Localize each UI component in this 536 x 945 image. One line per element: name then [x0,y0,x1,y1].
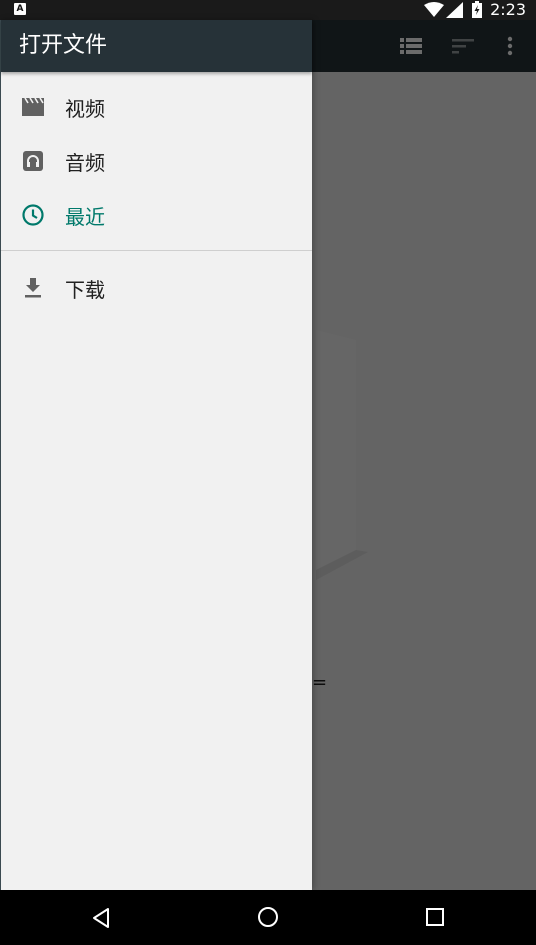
recents-icon[interactable] [425,907,445,927]
drawer-item-video[interactable]: 视频 [1,80,312,134]
navigation-drawer: 打开文件 视频 音频 最近 下载 [0,20,312,890]
clock-time: 2:23 [490,0,526,19]
drawer-item-label: 最近 [65,204,105,229]
download-icon [21,276,45,300]
wifi-icon [424,2,444,17]
system-nav-bar [0,890,536,945]
movie-icon [21,95,45,119]
drawer-item-label: 音频 [65,150,105,175]
signal-icon [446,2,463,18]
drawer-title: 打开文件 [1,20,312,72]
status-bar: A 2:23 [0,0,536,20]
home-icon[interactable] [257,906,279,928]
screen: A 2:23 打开文件 视频 音频 最近 下载 [0,0,536,945]
drawer-divider [1,250,312,251]
drawer-item-recent[interactable]: 最近 [1,188,312,242]
drawer-list: 视频 音频 最近 [1,72,312,242]
headphones-icon [21,149,45,173]
battery-charging-icon [472,1,482,18]
drawer-item-label: 下载 [65,277,105,302]
drawer-item-downloads[interactable]: 下载 [1,261,312,315]
drawer-item-label: 视频 [65,96,105,121]
notification-icon: A [14,3,26,15]
clock-icon [21,203,45,227]
drawer-item-audio[interactable]: 音频 [1,134,312,188]
back-icon[interactable] [91,907,111,929]
